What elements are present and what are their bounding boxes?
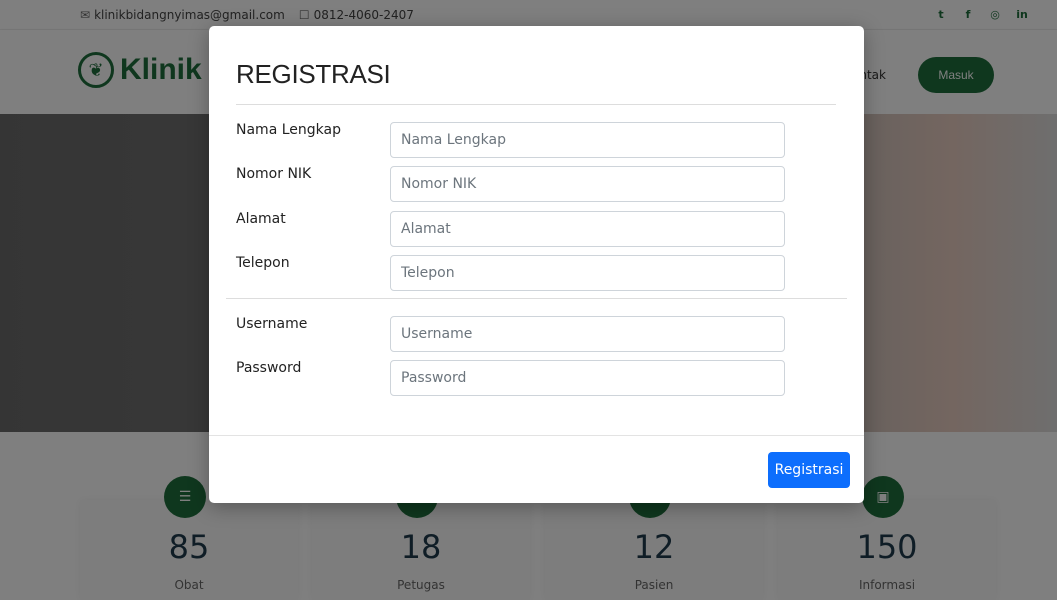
field-label: Nomor NIK	[236, 166, 312, 182]
modal-footer-divider	[209, 435, 864, 436]
registration-modal: REGISTRASI Nama Lengkap Nomor NIK Alamat…	[209, 26, 864, 503]
field-row-password: Password	[236, 360, 786, 396]
field-row-alamat: Alamat	[236, 211, 786, 247]
registrasi-submit-button[interactable]: Registrasi	[768, 452, 850, 488]
password-input[interactable]	[390, 360, 785, 396]
divider	[236, 104, 836, 105]
nama-lengkap-input[interactable]	[390, 122, 785, 158]
field-label: Alamat	[236, 211, 286, 227]
alamat-input[interactable]	[390, 211, 785, 247]
field-row-username: Username	[236, 316, 786, 352]
modal-title: REGISTRASI	[236, 59, 391, 89]
field-label: Password	[236, 360, 302, 376]
nomor-nik-input[interactable]	[390, 166, 785, 202]
field-row-nama-lengkap: Nama Lengkap	[236, 122, 786, 158]
field-label: Username	[236, 316, 308, 332]
telepon-input[interactable]	[390, 255, 785, 291]
field-row-telepon: Telepon	[236, 255, 786, 291]
field-label: Nama Lengkap	[236, 122, 341, 138]
field-label: Telepon	[236, 255, 290, 271]
username-input[interactable]	[390, 316, 785, 352]
divider	[226, 298, 847, 299]
field-row-nomor-nik: Nomor NIK	[236, 166, 786, 202]
